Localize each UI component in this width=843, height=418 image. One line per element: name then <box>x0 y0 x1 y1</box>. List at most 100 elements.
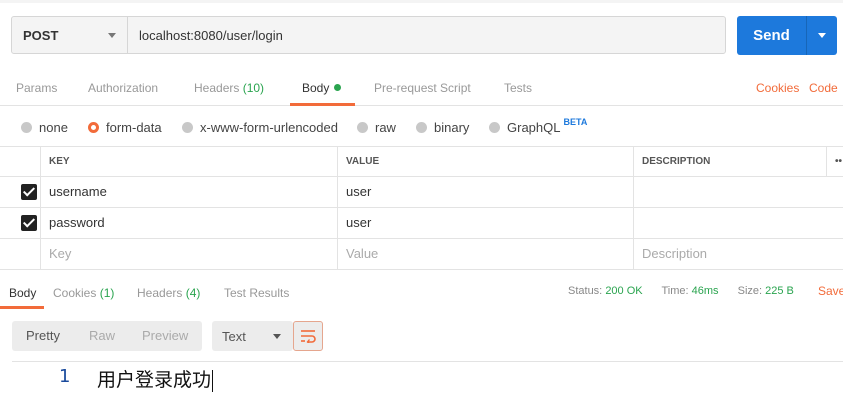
headers-count: (10) <box>242 81 265 95</box>
save-response-link[interactable]: Save <box>818 278 843 304</box>
value-cell[interactable]: user <box>337 208 633 238</box>
key-column-header: KEY <box>40 147 337 177</box>
format-label: Text <box>222 328 246 344</box>
request-url-bar: POST <box>11 16 726 54</box>
chevron-down-icon <box>273 333 281 339</box>
tab-label: Headers <box>137 286 183 300</box>
response-tab-headers[interactable]: Headers (4) <box>137 278 200 309</box>
radio-circle-icon <box>357 121 368 133</box>
new-table-row: Key Value Description <box>0 239 843 270</box>
tab-label: Body <box>302 81 330 95</box>
send-button[interactable]: Send <box>737 16 807 55</box>
wrap-lines-button[interactable] <box>293 321 323 351</box>
more-options-icon[interactable]: •• <box>835 147 842 176</box>
view-preview-button[interactable]: Preview <box>142 321 188 351</box>
cookies-count: (1) <box>99 286 115 300</box>
radio-none[interactable]: none <box>21 114 68 140</box>
tab-authorization[interactable]: Authorization <box>88 72 158 105</box>
radio-circle-icon <box>182 121 193 133</box>
radio-form-data[interactable]: form-data <box>88 114 162 140</box>
cookies-link[interactable]: Cookies <box>756 72 799 105</box>
table-header-row: KEY VALUE DESCRIPTION •• <box>0 146 843 177</box>
radio-circle-icon <box>21 121 32 133</box>
response-text: 用户登录成功 <box>97 369 212 391</box>
response-text-line: 用户登录成功 <box>97 365 214 392</box>
response-tab-cookies[interactable]: Cookies (1) <box>53 278 114 309</box>
radio-selected-icon <box>88 121 99 133</box>
row-checkbox[interactable] <box>21 215 37 231</box>
size-value[interactable]: 225 B <box>765 285 794 297</box>
tab-label: Test Results <box>224 286 290 300</box>
response-body-editor[interactable]: 1 用户登录成功 <box>12 361 843 418</box>
column-options-cell: •• <box>826 147 843 177</box>
tab-label: Pre-request Script <box>374 81 471 95</box>
top-divider <box>0 0 843 3</box>
code-link-label: Code <box>809 81 838 95</box>
key-cell[interactable]: password <box>40 208 337 238</box>
view-mode-switcher: Pretty Raw Preview <box>12 321 202 351</box>
tab-label: Cookies <box>53 286 97 300</box>
response-tab-body[interactable]: Body <box>0 278 45 309</box>
tab-body[interactable]: Body <box>289 72 356 106</box>
response-tabs: Body Cookies (1) Headers (4) Test Result… <box>0 278 843 309</box>
tab-prerequest-script[interactable]: Pre-request Script <box>374 72 471 105</box>
request-tabs: Params Authorization Headers (10) Body P… <box>0 72 843 106</box>
new-value-input[interactable]: Value <box>337 239 633 269</box>
radio-label: binary <box>434 119 470 135</box>
headers-count: (4) <box>185 286 201 300</box>
send-label: Send <box>753 27 790 44</box>
new-key-input[interactable]: Key <box>40 239 337 269</box>
text-cursor <box>212 369 214 392</box>
save-label: Save <box>818 284 843 298</box>
send-options-button[interactable] <box>807 16 837 55</box>
code-link[interactable]: Code <box>809 72 838 105</box>
beta-badge: BETA <box>563 117 588 127</box>
value-column-header: VALUE <box>337 147 633 177</box>
response-meta: Status: 200 OK Time: 46ms Size: 225 B <box>568 278 810 304</box>
response-tab-test-results[interactable]: Test Results <box>224 278 289 309</box>
format-select[interactable]: Text <box>212 321 293 351</box>
url-input[interactable] <box>128 17 725 53</box>
tab-headers[interactable]: Headers (10) <box>194 72 264 105</box>
description-cell[interactable] <box>633 208 843 238</box>
radio-circle-icon <box>416 121 427 133</box>
tab-label: Authorization <box>88 81 159 95</box>
status-dot-icon <box>334 84 342 92</box>
chevron-down-icon <box>818 33 826 38</box>
radio-label: GraphQL <box>507 119 561 135</box>
new-description-input[interactable]: Description <box>633 239 843 269</box>
radio-urlencoded[interactable]: x-www-form-urlencoded <box>182 114 338 140</box>
radio-label: x-www-form-urlencoded <box>200 119 338 135</box>
radio-label: none <box>39 119 68 135</box>
send-button-group: Send <box>737 16 837 55</box>
tab-label: Params <box>16 81 58 95</box>
radio-label: raw <box>375 119 396 135</box>
description-cell[interactable] <box>633 177 843 207</box>
tab-tests[interactable]: Tests <box>504 72 532 105</box>
radio-binary[interactable]: binary <box>416 114 469 140</box>
time-value[interactable]: 46ms <box>692 285 719 297</box>
description-column-header: DESCRIPTION <box>633 147 826 177</box>
status-value[interactable]: 200 OK <box>605 285 642 297</box>
view-raw-button[interactable]: Raw <box>89 321 115 351</box>
radio-circle-icon <box>489 121 500 133</box>
method-select[interactable]: POST <box>12 17 128 53</box>
tab-label: Body <box>9 286 37 300</box>
cookies-link-label: Cookies <box>756 81 800 95</box>
radio-graphql[interactable]: GraphQL BETA <box>489 114 587 140</box>
value-cell[interactable]: user <box>337 177 633 207</box>
view-pretty-button[interactable]: Pretty <box>26 321 60 351</box>
status-label: Status: <box>568 285 603 297</box>
body-type-options: none form-data x-www-form-urlencoded raw… <box>0 114 843 140</box>
line-number: 1 <box>59 366 71 387</box>
key-cell[interactable]: username <box>40 177 337 207</box>
wrap-lines-icon <box>301 330 316 343</box>
radio-raw[interactable]: raw <box>357 114 396 140</box>
tab-label: Headers <box>194 81 240 95</box>
table-row: username user <box>0 177 843 208</box>
method-label: POST <box>23 27 59 43</box>
table-row: password user <box>0 208 843 239</box>
tab-params[interactable]: Params <box>16 72 57 105</box>
row-checkbox[interactable] <box>21 184 37 200</box>
size-label: Size: <box>737 285 763 297</box>
